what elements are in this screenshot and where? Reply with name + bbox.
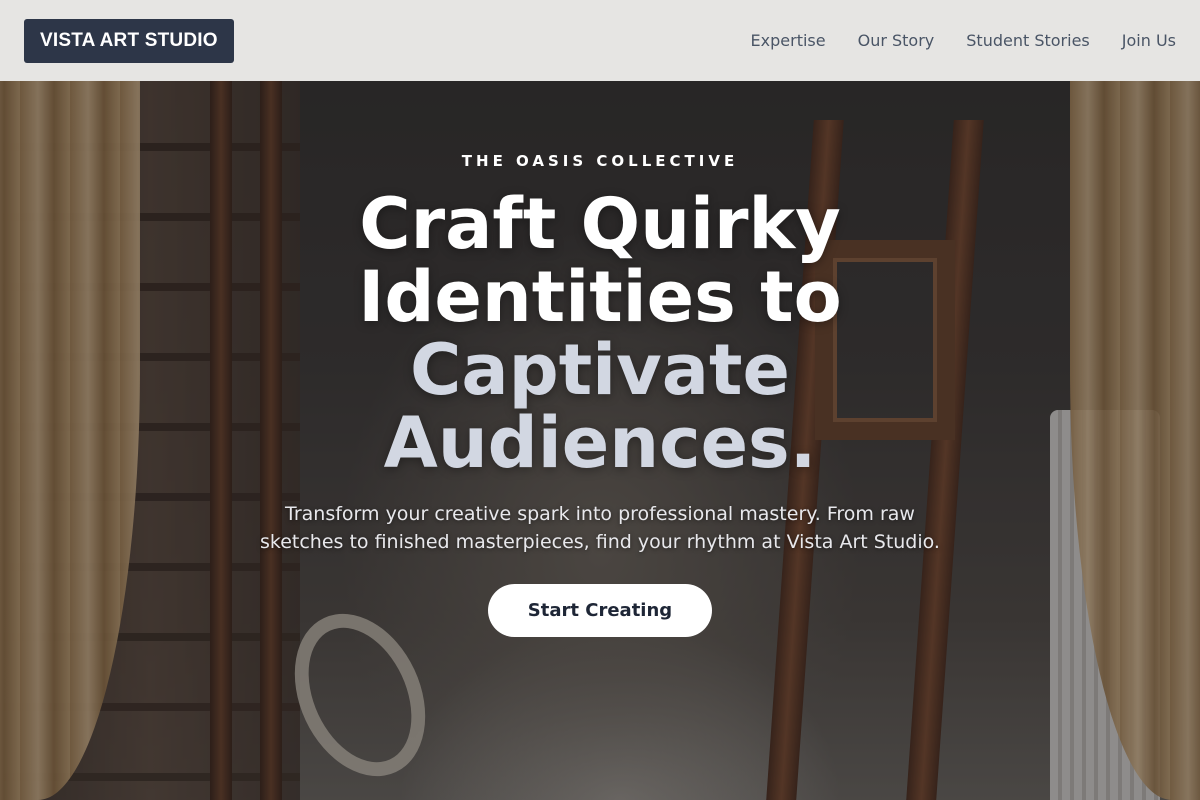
hero-headline: Craft Quirky Identities to Captivate Aud… [320,188,880,480]
nav-our-story[interactable]: Our Story [858,31,935,50]
logo[interactable]: VISTA ART STUDIO [24,18,234,63]
headline-line-3: Captivate [410,329,790,411]
hero-subtext: Transform your creative spark into profe… [260,503,940,553]
headline-line-2: Identities to [358,256,842,338]
page: VISTA ART STUDIO Expertise Our Story Stu… [0,0,1200,800]
headline-line-4: Audiences. [383,402,817,484]
headline-line-1: Craft Quirky [359,183,841,265]
nav-join-us[interactable]: Join Us [1122,31,1176,50]
hero-section: THE OASIS COLLECTIVE Craft Quirky Identi… [0,81,1200,800]
hero-eyebrow: THE OASIS COLLECTIVE [461,152,739,170]
site-header: VISTA ART STUDIO Expertise Our Story Stu… [0,0,1200,81]
nav-expertise[interactable]: Expertise [751,31,826,50]
nav-student-stories[interactable]: Student Stories [966,31,1090,50]
start-creating-button[interactable]: Start Creating [488,584,712,637]
main-nav: Expertise Our Story Student Stories Join… [751,31,1176,50]
